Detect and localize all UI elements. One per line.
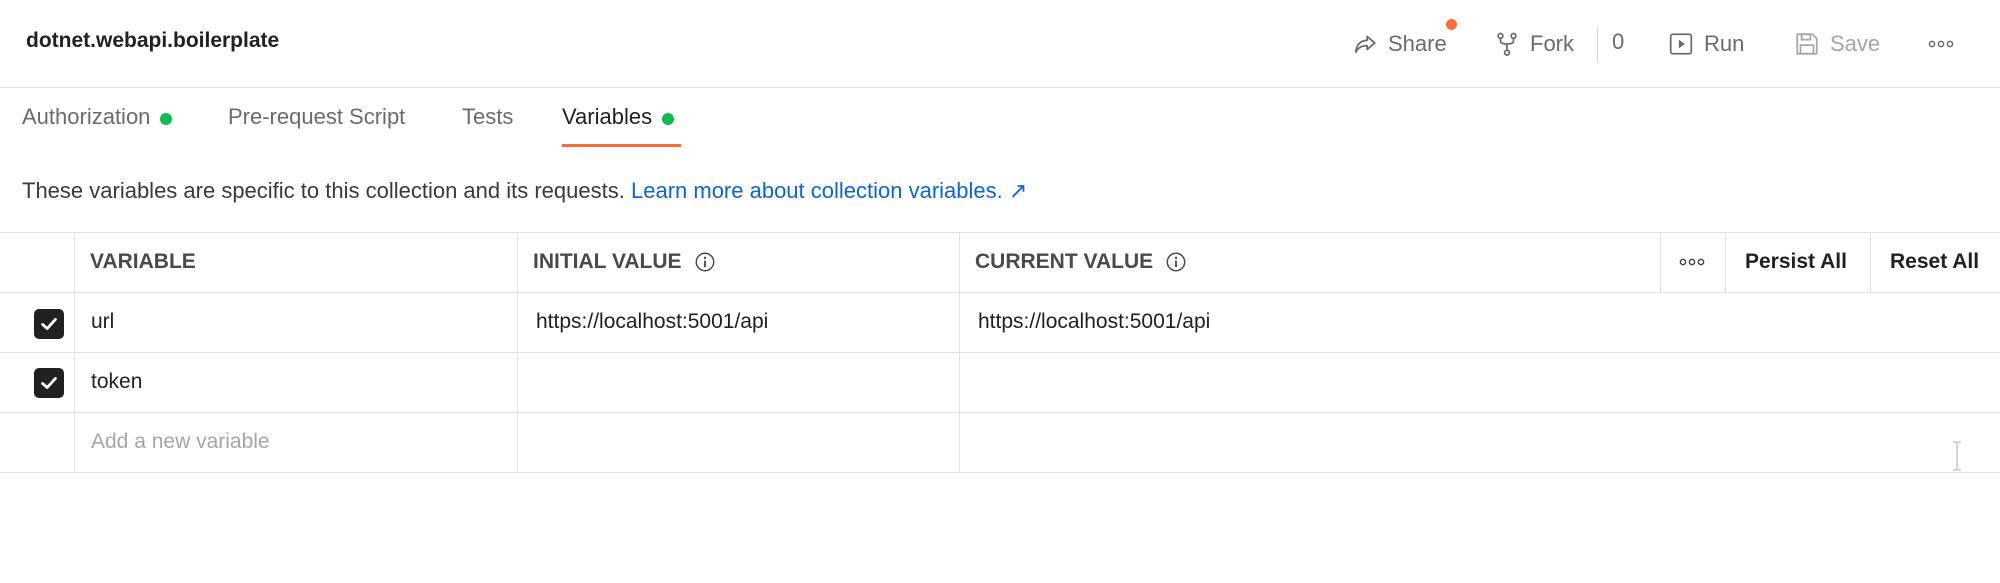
run-label: Run <box>1704 31 1745 56</box>
run-button[interactable]: Run <box>1668 26 1744 62</box>
column-header-variable: VARIABLE <box>90 250 196 273</box>
collection-header: dotnet.webapi.boilerplate Share Fork 0 R… <box>0 0 2000 88</box>
collection-tabs: Authorization Pre-request Script Tests V… <box>0 88 2000 148</box>
tab-label: Tests <box>462 104 514 129</box>
column-divider <box>1725 232 1726 292</box>
tab-label: Variables <box>562 104 653 129</box>
tab-label: Pre-request Script <box>228 104 406 129</box>
tab-pre-request-script[interactable]: Pre-request Script <box>228 104 405 148</box>
fork-button[interactable]: Fork <box>1494 26 1574 62</box>
more-options-button[interactable] <box>1926 26 1956 62</box>
table-divider <box>0 352 2000 353</box>
tab-tests[interactable]: Tests <box>462 104 513 148</box>
column-divider <box>1660 232 1661 292</box>
info-icon[interactable] <box>694 251 716 273</box>
learn-more-link[interactable]: Learn more about collection variables. ↗ <box>631 178 1027 203</box>
checkmark-icon <box>41 377 57 389</box>
variables-description: These variables are specific to this col… <box>22 178 1027 204</box>
column-divider <box>517 232 518 472</box>
column-divider <box>959 232 960 472</box>
tab-variables[interactable]: Variables <box>562 104 675 148</box>
current-value-cell[interactable]: https://localhost:5001/api <box>978 292 1210 352</box>
share-icon <box>1354 35 1376 53</box>
more-options-icon <box>1928 40 1954 48</box>
more-options-icon <box>1679 258 1705 266</box>
persist-all-button[interactable]: Persist All <box>1745 232 1847 292</box>
fork-label: Fork <box>1530 31 1574 56</box>
variable-name-cell[interactable]: url <box>91 292 114 352</box>
tab-label: Authorization <box>22 104 151 129</box>
share-label: Share <box>1388 31 1447 56</box>
run-icon <box>1669 33 1693 55</box>
text-cursor-icon <box>1953 441 1961 471</box>
table-border-bottom <box>0 472 2000 473</box>
column-divider <box>74 232 75 472</box>
tab-authorization[interactable]: Authorization <box>22 104 173 148</box>
checkmark-icon <box>41 318 57 330</box>
notification-dot <box>1446 19 1457 30</box>
new-initial-value-cell[interactable] <box>536 412 956 472</box>
initial-value-cell[interactable]: https://localhost:5001/api <box>536 292 768 352</box>
table-more-options-button[interactable] <box>1677 232 1707 292</box>
info-icon[interactable] <box>1165 251 1187 273</box>
variable-name-cell[interactable]: token <box>91 352 142 412</box>
add-variable-input[interactable]: Add a new variable <box>91 412 270 472</box>
new-current-value-cell[interactable] <box>978 412 1978 472</box>
column-header-initial-value: INITIAL VALUE <box>533 232 716 292</box>
active-tab-indicator <box>562 144 681 147</box>
fork-icon <box>1497 32 1517 56</box>
column-divider <box>1870 232 1871 292</box>
save-icon <box>1796 33 1818 55</box>
save-button[interactable]: Save <box>1794 26 1880 62</box>
collection-title[interactable]: dotnet.webapi.boilerplate <box>26 29 279 53</box>
description-text: These variables are specific to this col… <box>22 178 625 203</box>
share-button[interactable]: Share <box>1352 26 1447 62</box>
status-dot <box>662 113 675 125</box>
fork-divider <box>1597 27 1598 63</box>
row-enabled-checkbox[interactable] <box>34 368 64 398</box>
reset-all-button[interactable]: Reset All <box>1890 232 1979 292</box>
save-label: Save <box>1830 31 1881 56</box>
column-header-current-value: CURRENT VALUE <box>975 232 1187 292</box>
status-dot <box>160 113 173 125</box>
fork-count[interactable]: 0 <box>1612 29 1624 55</box>
row-enabled-checkbox[interactable] <box>34 309 64 339</box>
